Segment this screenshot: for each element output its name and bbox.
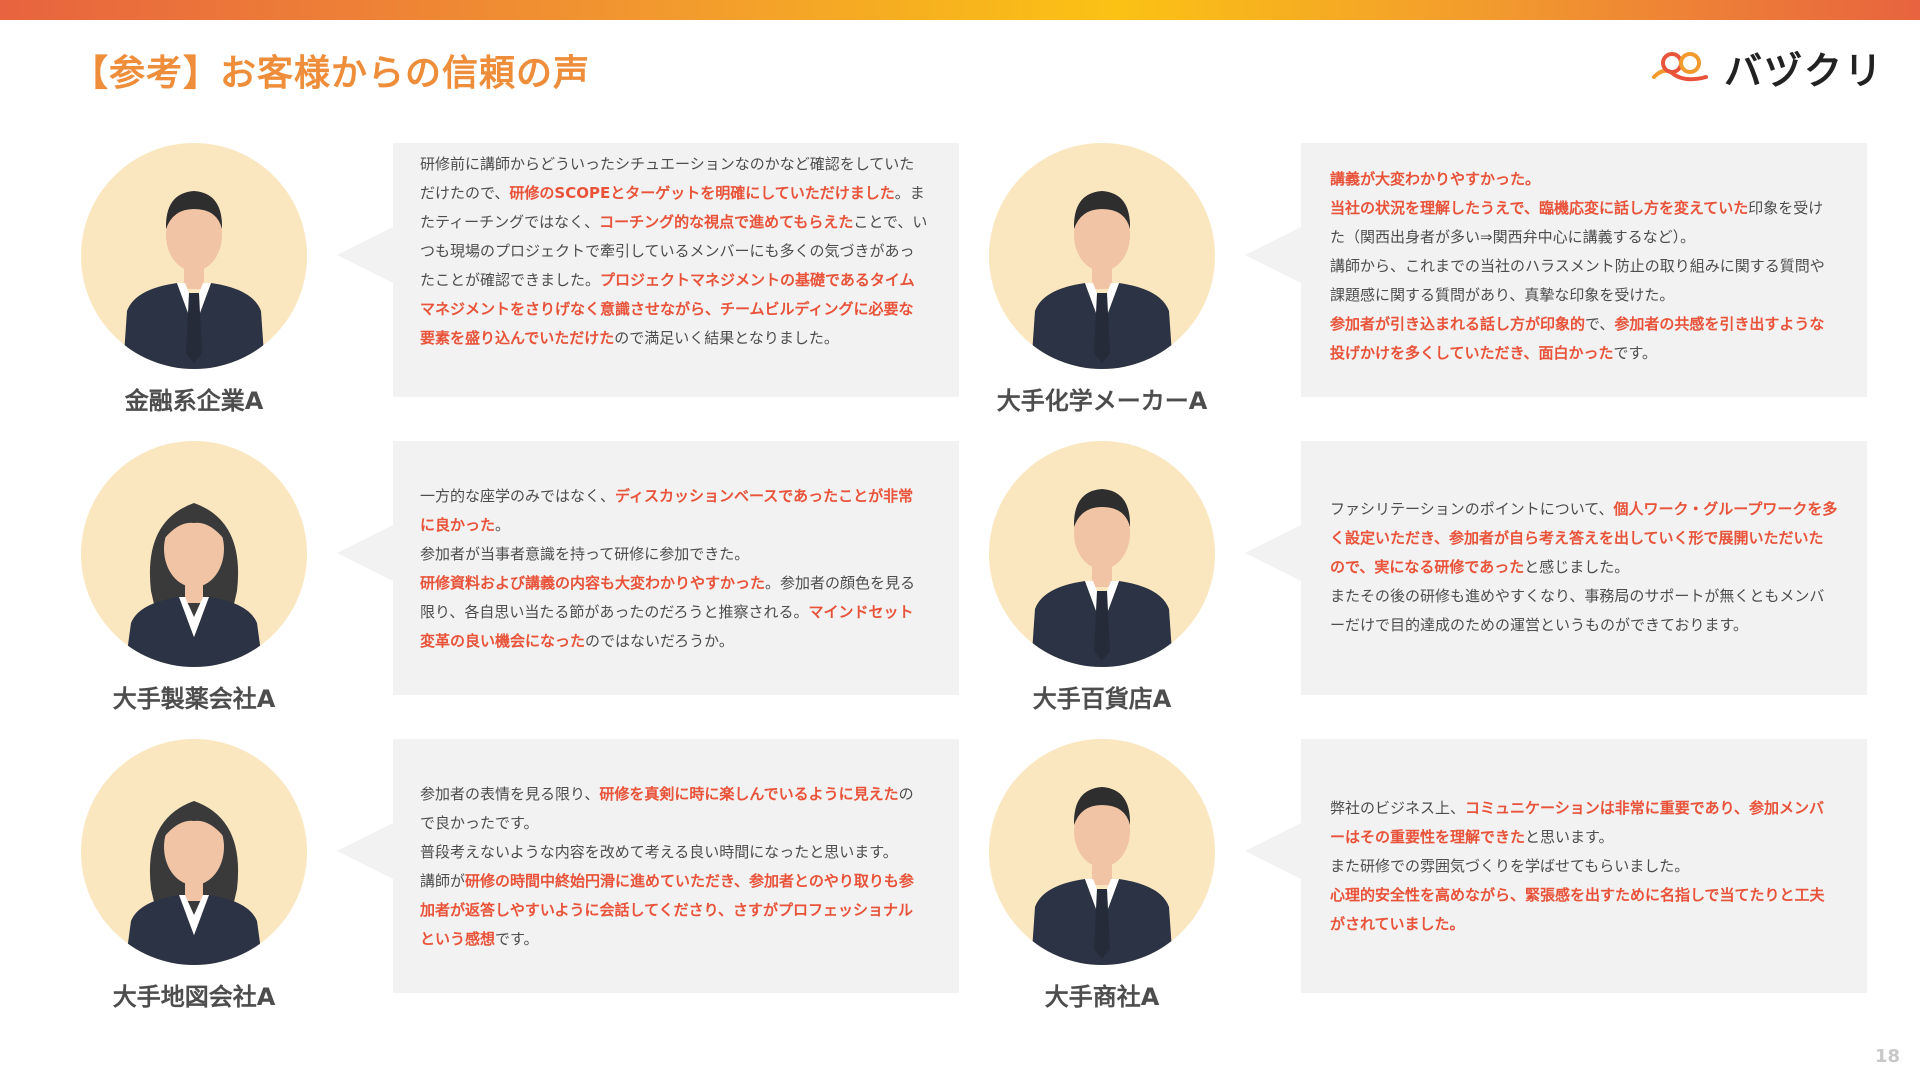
company-name: 大手百貨店A bbox=[1032, 685, 1172, 713]
testimonial-quote: ファシリテーションのポイントについて、個人ワーク・グループワークを多く設定いただ… bbox=[1330, 495, 1838, 640]
quote-highlight: 当社の状況を理解したうえで、臨機応変に話し方を変えていた bbox=[1330, 199, 1749, 217]
speech-bubble-tail bbox=[337, 227, 393, 283]
speech-bubble-tail bbox=[1245, 525, 1301, 581]
quote-highlight: 研修のSCOPEとターゲットを明確にしていただけました bbox=[509, 184, 895, 202]
man-in-suit-icon bbox=[81, 143, 307, 369]
quote-highlight: 研修を真剣に時に楽しんでいるように見えた bbox=[599, 785, 899, 803]
quote-text: 参加者が当事者意識を持って研修に参加できた。 bbox=[420, 545, 750, 563]
quote-text: 弊社のビジネス上、 bbox=[1330, 799, 1466, 817]
man-in-suit-icon bbox=[989, 739, 1215, 965]
quote-text: またその後の研修も進めやすくなり、事務局のサポートが無くともメンバーだけで目的達… bbox=[1330, 587, 1825, 634]
logo-mark-icon bbox=[1652, 52, 1708, 82]
quote-text: です。 bbox=[495, 930, 539, 948]
speech-bubble-tail bbox=[337, 525, 393, 581]
logo-text: バヅクリ bbox=[1724, 48, 1885, 93]
company-name: 大手地図会社A bbox=[112, 983, 276, 1011]
testimonial-quote: 弊社のビジネス上、コミュニケーションは非常に重要であり、参加メンバーはその重要性… bbox=[1330, 794, 1838, 939]
speech-bubble-tail bbox=[1245, 823, 1301, 879]
speech-bubble-tail bbox=[1245, 227, 1301, 283]
quote-text: 講師から、これまでの当社のハラスメント防止の取り組みに関する質問や課題感に関する… bbox=[1330, 257, 1825, 304]
testimonial-quote: 講義が大変わかりやすかった。当社の状況を理解したうえで、臨機応変に話し方を変えて… bbox=[1330, 165, 1838, 368]
brand-logo: バヅクリ bbox=[1650, 46, 1884, 93]
man-in-suit-icon bbox=[989, 143, 1215, 369]
testimonial-quote: 一方的な座学のみではなく、ディスカッションベースであったことが非常に良かった。参… bbox=[420, 482, 928, 656]
quote-text: と思います。 bbox=[1525, 828, 1614, 846]
quote-highlight: 心理的安全性を高めながら、緊張感を出すために名指しで当てたりと工夫がされていまし… bbox=[1330, 886, 1825, 933]
quote-text: ファシリテーションのポイントについて、 bbox=[1330, 500, 1614, 518]
man-in-suit-icon bbox=[989, 441, 1215, 667]
quote-text: ので満足いく結果となりました。 bbox=[614, 329, 839, 347]
company-name: 大手商社A bbox=[1044, 983, 1160, 1011]
testimonial-quote: 参加者の表情を見る限り、研修を真剣に時に楽しんでいるように見えたので良かったです… bbox=[420, 780, 928, 954]
quote-highlight: 講義が大変わかりやすかった。 bbox=[1330, 170, 1541, 188]
quote-text: 普段考えないような内容を改めて考える良い時間になったと思います。 bbox=[420, 843, 898, 861]
quote-highlight: 研修資料および講義の内容も大変わかりやすかった bbox=[420, 574, 766, 592]
quote-text: 講師が bbox=[420, 872, 466, 890]
page-title: 【参考】お客様からの信頼の声 bbox=[72, 53, 591, 94]
page-number: 18 bbox=[1874, 1046, 1900, 1067]
speech-bubble-tail bbox=[337, 823, 393, 879]
quote-text: のではないだろうか。 bbox=[585, 632, 734, 650]
quote-text: です。 bbox=[1613, 344, 1658, 362]
quote-text: 一方的な座学のみではなく、 bbox=[420, 487, 616, 505]
quote-highlight: コーチング的な視点で進めてもらえた bbox=[599, 213, 854, 231]
quote-highlight: 参加者が引き込まれる話し方が印象的 bbox=[1330, 315, 1586, 333]
quote-text: 参加者の表情を見る限り、 bbox=[420, 785, 600, 803]
quote-text: また研修での雰囲気づくりを学ばせてもらいました。 bbox=[1330, 857, 1690, 875]
testimonial-quote: 研修前に講師からどういったシチュエーションなのかなど確認をしていただけたので、研… bbox=[420, 150, 928, 353]
company-name: 大手化学メーカーA bbox=[996, 387, 1208, 415]
quote-text: で、 bbox=[1585, 315, 1615, 333]
quote-text: と感じました。 bbox=[1524, 558, 1630, 576]
company-name: 大手製薬会社A bbox=[112, 685, 276, 713]
top-gradient-bar bbox=[0, 0, 1920, 20]
woman-in-suit-icon bbox=[81, 739, 307, 965]
quote-text: 。 bbox=[495, 516, 511, 534]
company-name: 金融系企業A bbox=[124, 387, 264, 415]
woman-in-suit-icon bbox=[81, 441, 307, 667]
